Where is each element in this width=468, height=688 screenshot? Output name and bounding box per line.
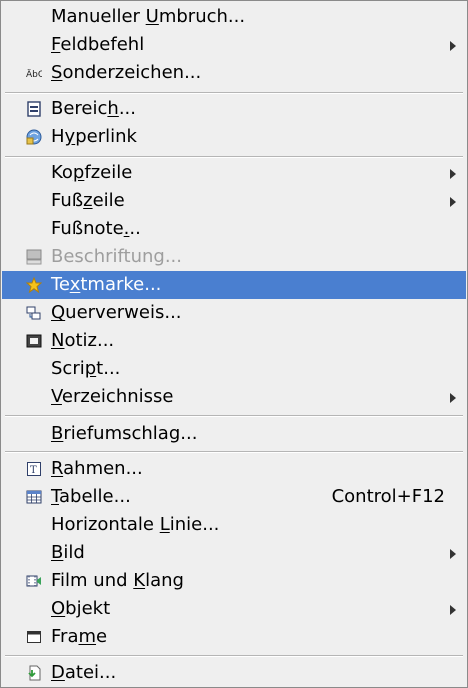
menu-item-verzeichnisse[interactable]: Verzeichnisse bbox=[2, 383, 466, 411]
menu-item-sonderzeichen[interactable]: ÄbC Sonderzeichen... bbox=[2, 59, 466, 87]
menu-separator bbox=[5, 156, 463, 158]
menu-item-bereich[interactable]: Bereich... bbox=[2, 95, 466, 123]
menu-item-label: Feldbefehl bbox=[51, 34, 145, 55]
menu-item-textmarke[interactable]: Textmarke... bbox=[2, 271, 466, 299]
menu-item-label: Horizontale Linie... bbox=[51, 514, 220, 535]
menu-item-label: Objekt bbox=[51, 598, 111, 619]
frame-icon: T bbox=[27, 462, 41, 476]
menu-item-label: Manueller Umbruch... bbox=[51, 6, 246, 27]
menu-item-label: Fußzeile bbox=[51, 190, 125, 211]
menu-item-fusszeile[interactable]: Fußzeile bbox=[2, 187, 466, 215]
menu-separator bbox=[5, 415, 463, 417]
menu-item-label: Kopfzeile bbox=[51, 162, 133, 183]
frame-window-icon bbox=[27, 631, 41, 643]
insert-menu: Manueller Umbruch... Feldbefehl ÄbC Sond… bbox=[0, 0, 468, 688]
menu-item-fussnote[interactable]: Fußnote... bbox=[2, 215, 466, 243]
svg-text:T: T bbox=[30, 465, 37, 476]
submenu-arrow-icon bbox=[450, 393, 456, 403]
menu-item-film-und-klang[interactable]: Film und Klang bbox=[2, 567, 466, 595]
menu-separator bbox=[5, 451, 463, 453]
menu-item-label: Beschriftung... bbox=[51, 246, 182, 267]
special-character-icon: ÄbC bbox=[26, 69, 42, 80]
submenu-arrow-icon bbox=[450, 41, 456, 51]
menu-item-horizontale-linie[interactable]: Horizontale Linie... bbox=[2, 511, 466, 539]
menu-item-label: Script... bbox=[51, 358, 121, 379]
comment-icon bbox=[26, 334, 42, 348]
insert-file-icon bbox=[28, 665, 41, 681]
menu-item-bild[interactable]: Bild bbox=[2, 539, 466, 567]
menu-item-label: Sonderzeichen... bbox=[51, 62, 202, 83]
menu-separator bbox=[5, 655, 463, 657]
menu-item-feldbefehl[interactable]: Feldbefehl bbox=[2, 31, 466, 59]
svg-text:ÄbC: ÄbC bbox=[26, 69, 42, 80]
menu-item-script[interactable]: Script... bbox=[2, 355, 466, 383]
caption-icon bbox=[26, 249, 42, 265]
menu-item-label: Tabelle... bbox=[51, 486, 131, 507]
menu-item-notiz[interactable]: Notiz... bbox=[2, 327, 466, 355]
menu-item-manueller-umbruch[interactable]: Manueller Umbruch... bbox=[2, 3, 466, 31]
menu-item-briefumschlag[interactable]: Briefumschlag... bbox=[2, 420, 466, 448]
menu-item-label: Textmarke... bbox=[51, 274, 162, 295]
menu-item-datei[interactable]: Datei... bbox=[2, 659, 466, 687]
menu-item-label: Briefumschlag... bbox=[51, 423, 198, 444]
menu-item-shortcut: Control+F12 bbox=[331, 486, 445, 507]
menu-item-label: Bereich... bbox=[51, 98, 136, 119]
submenu-arrow-icon bbox=[450, 549, 456, 559]
cross-reference-icon bbox=[26, 306, 41, 320]
submenu-arrow-icon bbox=[450, 605, 456, 615]
menu-item-frame[interactable]: Frame bbox=[2, 623, 466, 651]
menu-item-label: Film und Klang bbox=[51, 570, 184, 591]
menu-item-label: Frame bbox=[51, 626, 108, 647]
submenu-arrow-icon bbox=[450, 169, 456, 179]
menu-item-kopfzeile[interactable]: Kopfzeile bbox=[2, 159, 466, 187]
menu-item-objekt[interactable]: Objekt bbox=[2, 595, 466, 623]
menu-item-label: Verzeichnisse bbox=[51, 386, 174, 407]
menu-item-rahmen[interactable]: T Rahmen... bbox=[2, 455, 466, 483]
section-icon bbox=[27, 101, 41, 117]
menu-item-label: Hyperlink bbox=[51, 126, 137, 147]
menu-item-label: Rahmen... bbox=[51, 458, 143, 479]
menu-item-beschriftung[interactable]: Beschriftung... bbox=[2, 243, 466, 271]
movie-sound-icon bbox=[26, 575, 41, 587]
menu-item-hyperlink[interactable]: Hyperlink bbox=[2, 123, 466, 151]
menu-item-tabelle[interactable]: Tabelle... Control+F12 bbox=[2, 483, 466, 511]
menu-item-label: Notiz... bbox=[51, 330, 115, 351]
menu-item-label: Fußnote... bbox=[51, 218, 141, 239]
menu-item-label: Bild bbox=[51, 542, 85, 563]
bookmark-star-icon bbox=[26, 277, 42, 293]
menu-item-querverweis[interactable]: Querverweis... bbox=[2, 299, 466, 327]
hyperlink-icon bbox=[26, 129, 42, 145]
table-icon bbox=[26, 490, 42, 504]
menu-separator bbox=[5, 92, 463, 94]
menu-item-label: Querverweis... bbox=[51, 302, 182, 323]
submenu-arrow-icon bbox=[450, 197, 456, 207]
menu-item-label: Datei... bbox=[51, 662, 117, 683]
